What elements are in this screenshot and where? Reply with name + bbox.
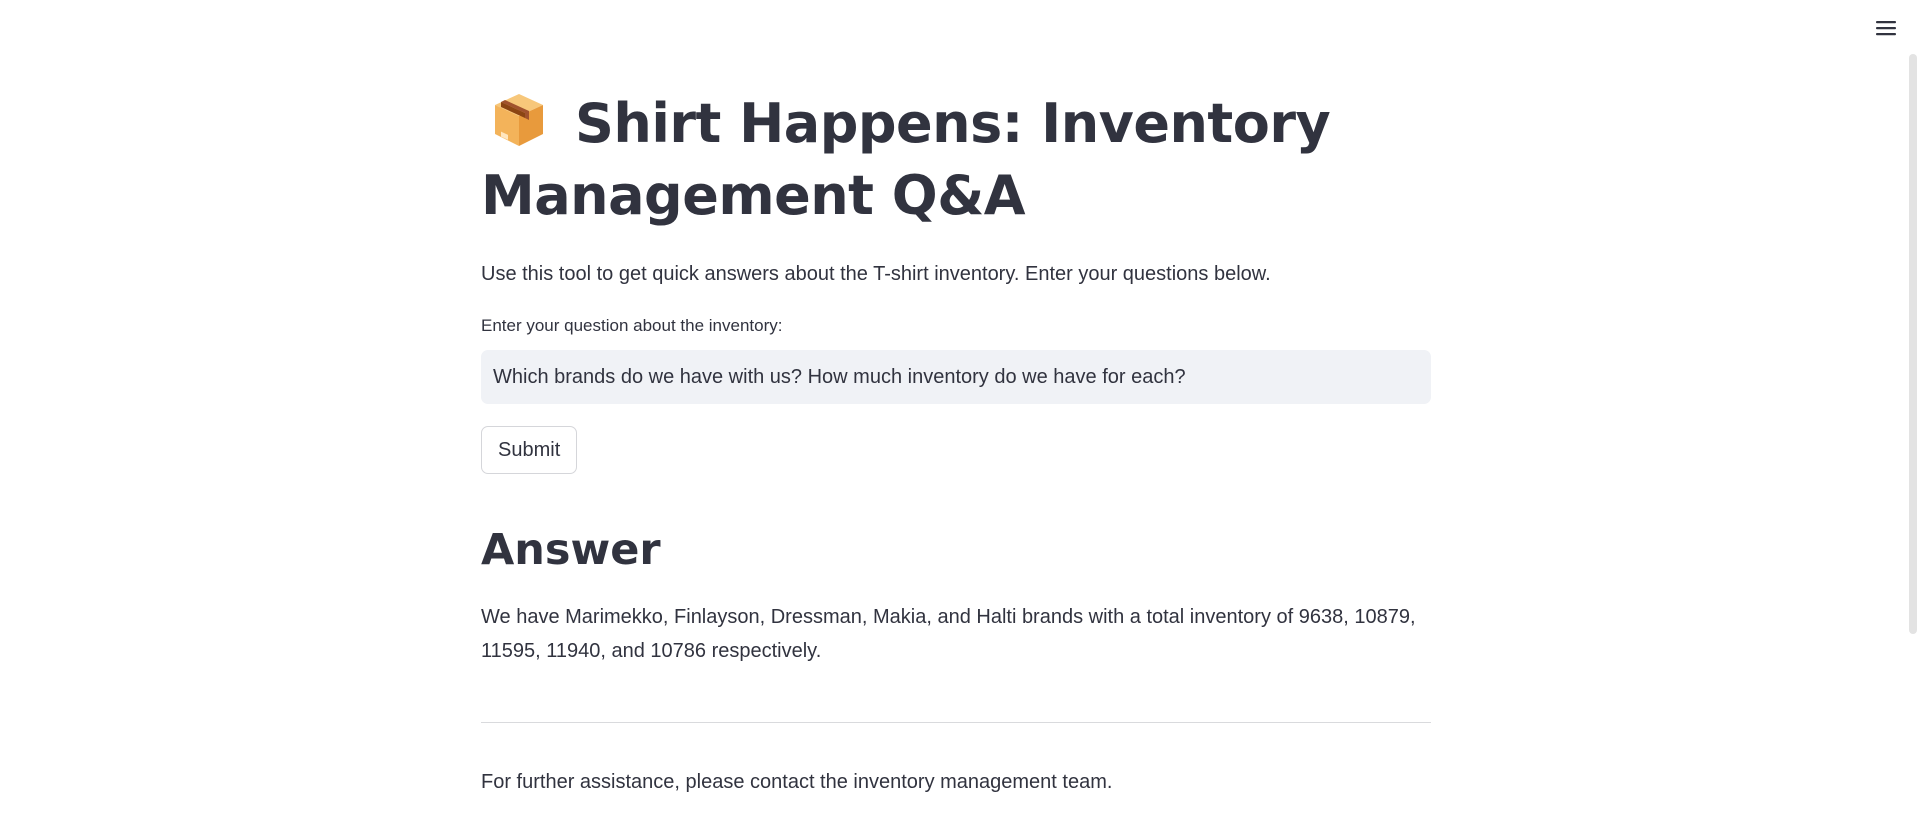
answer-text: We have Marimekko, Finlayson, Dressman, … xyxy=(481,606,1416,662)
footer-text: For further assistance, please contact t… xyxy=(481,771,1113,793)
question-input[interactable] xyxy=(481,350,1431,404)
question-field-label: Enter your question about the inventory: xyxy=(481,316,783,335)
page-title: Shirt Happens: Inventory Management Q&A xyxy=(481,90,1331,227)
intro-text: Use this tool to get quick answers about… xyxy=(481,263,1271,285)
main-content: Shirt Happens: Inventory Management Q&A … xyxy=(481,88,1431,794)
hamburger-menu-icon xyxy=(1875,19,1897,37)
app-root: Shirt Happens: Inventory Management Q&A … xyxy=(0,0,1917,813)
main-menu-button[interactable] xyxy=(1871,14,1901,42)
package-box-icon xyxy=(491,90,547,150)
section-divider xyxy=(481,722,1431,723)
answer-heading: Answer xyxy=(481,525,661,575)
page-scrollbar[interactable] xyxy=(1909,54,1917,634)
submit-button[interactable]: Submit xyxy=(481,426,578,474)
